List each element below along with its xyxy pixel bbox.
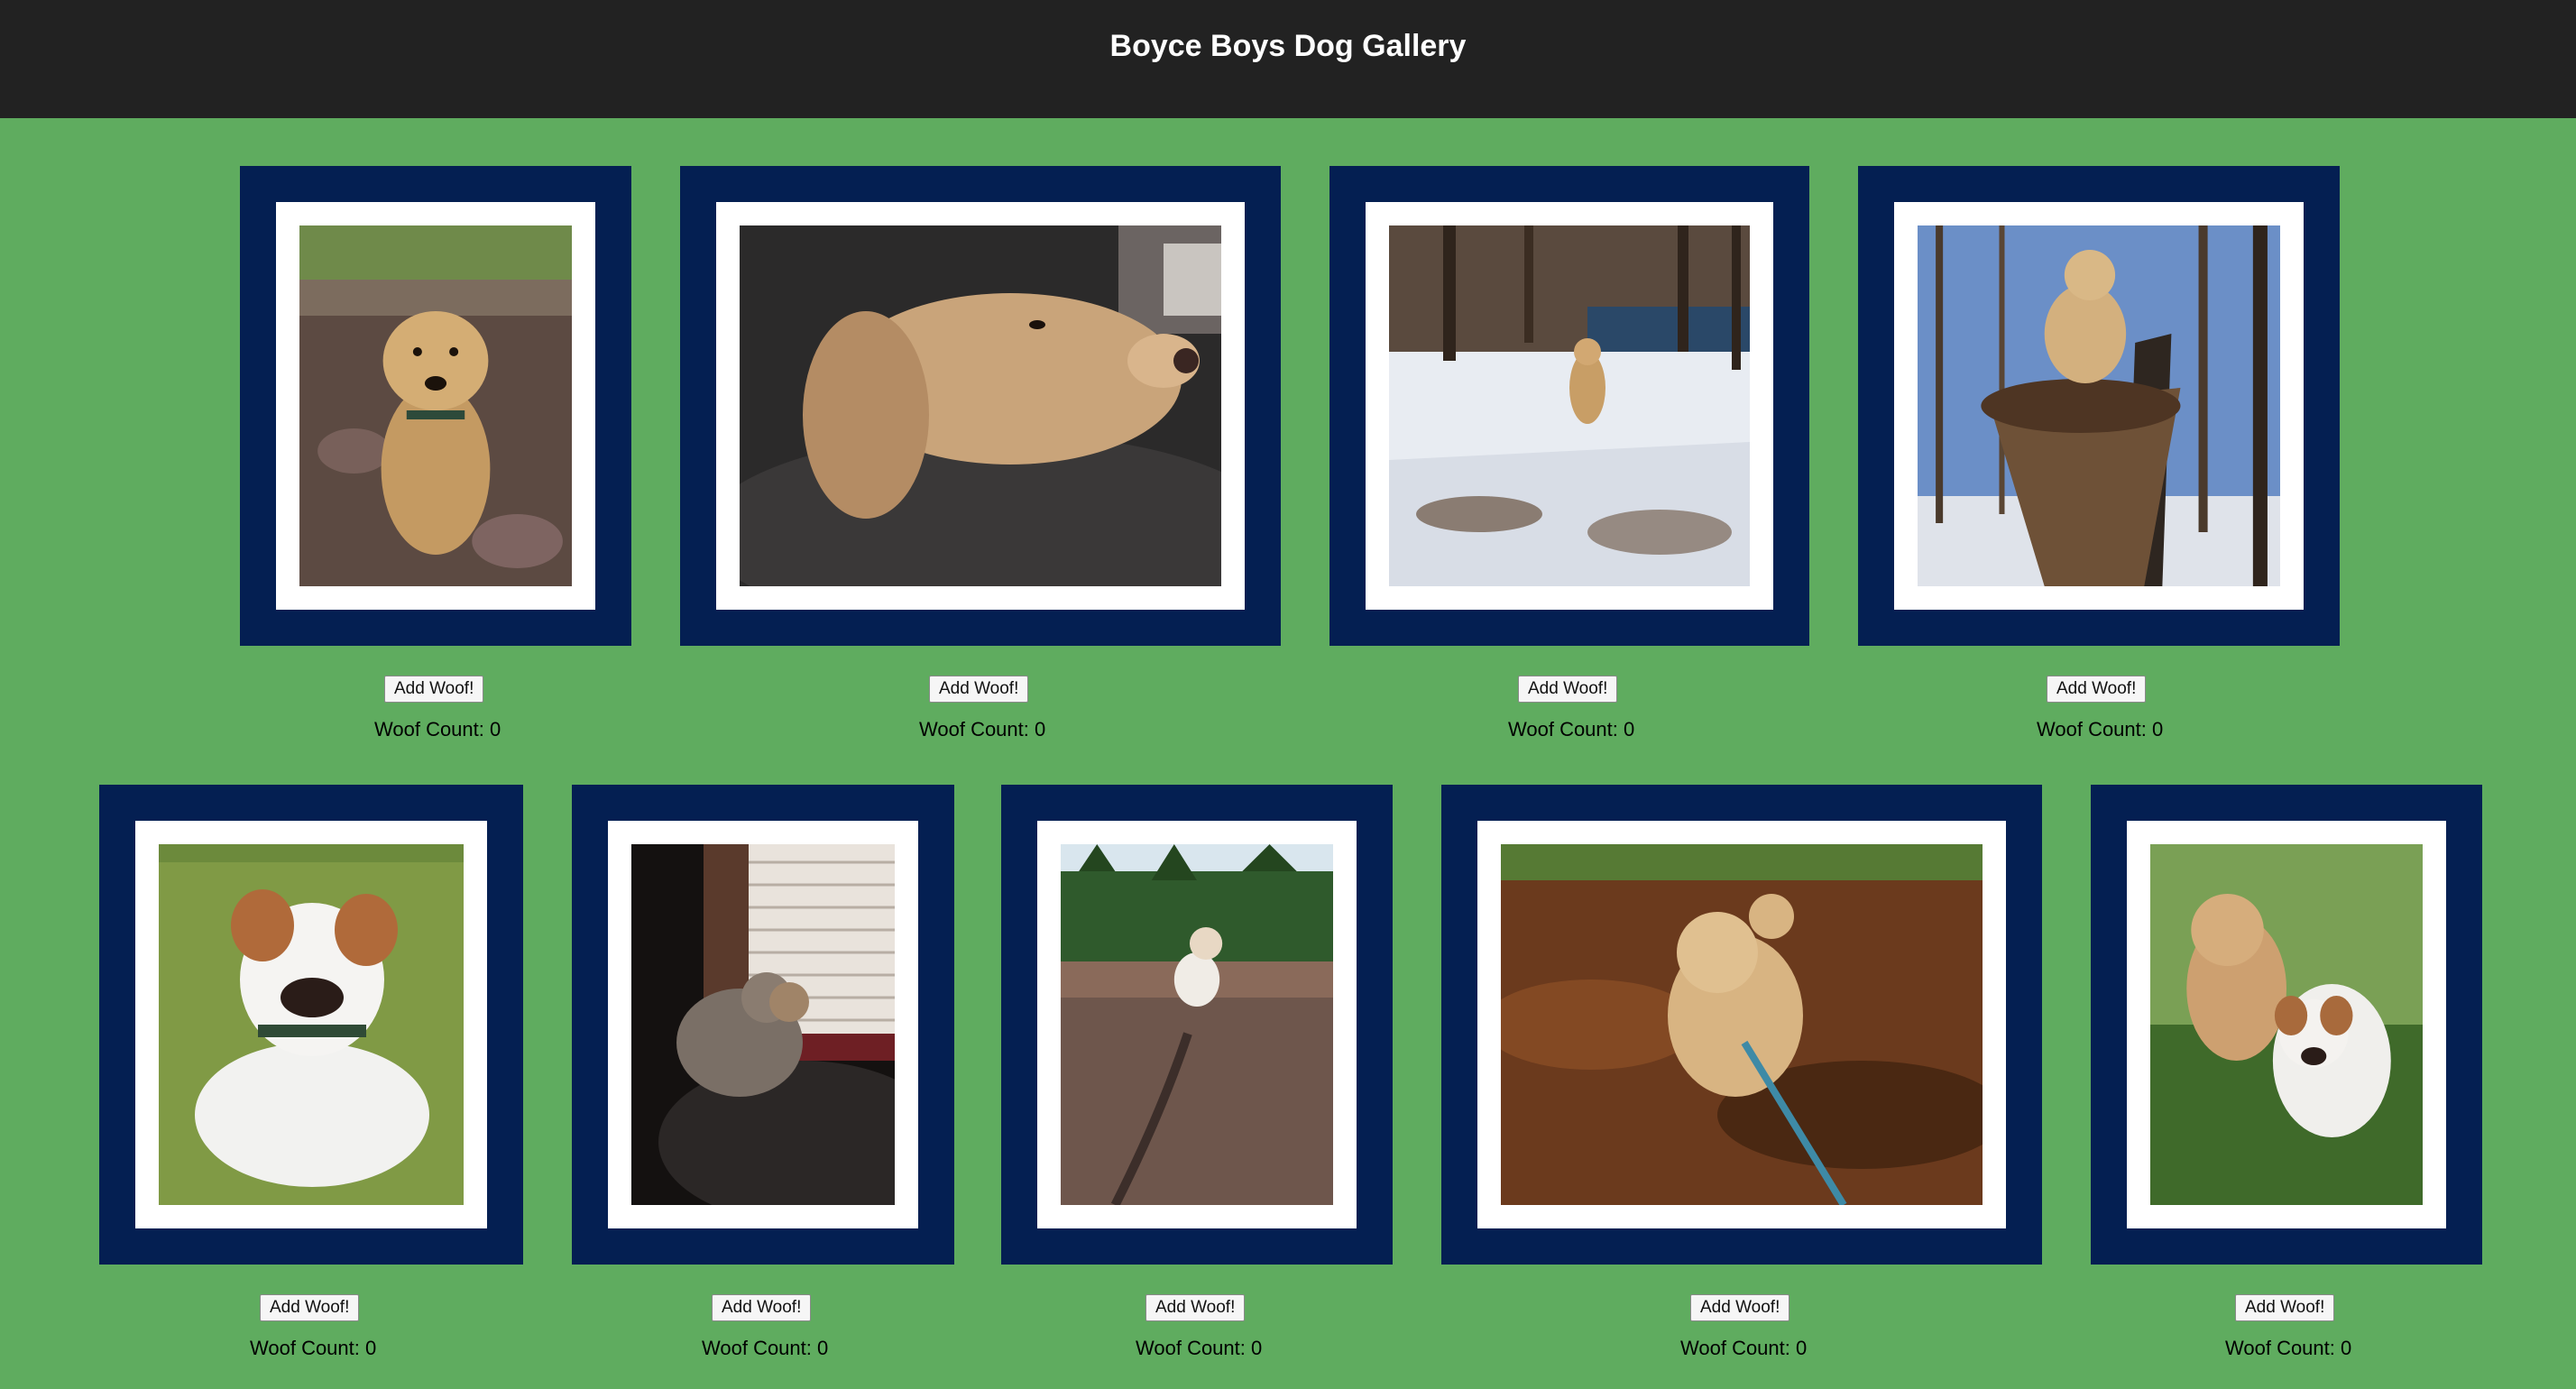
photo-frame	[1329, 166, 1809, 646]
woof-count-label: Woof Count: 0	[1508, 718, 1635, 740]
gallery-card: Add Woof! Woof Count: 0	[1001, 785, 1393, 1371]
gallery-card: Add Woof! Woof Count: 0	[680, 166, 1281, 752]
photo-mat	[1037, 821, 1357, 1228]
photo-mat	[1894, 202, 2304, 610]
photo-frame	[1858, 166, 2340, 646]
add-woof-button[interactable]: Add Woof!	[1518, 676, 1618, 703]
two-dogs-in-grass-photo	[2150, 844, 2423, 1205]
photo-frame	[572, 785, 954, 1265]
woof-count-label: Woof Count: 0	[919, 718, 1046, 740]
page-title: Boyce Boys Dog Gallery	[1109, 29, 1467, 63]
add-woof-button[interactable]: Add Woof!	[1690, 1294, 1790, 1321]
photo-frame	[2091, 785, 2482, 1265]
terrier-in-dirt-yard-photo	[299, 225, 572, 586]
woof-count-label: Woof Count: 0	[374, 718, 501, 740]
gallery-card: Add Woof! Woof Count: 0	[1441, 785, 2042, 1371]
woof-count-label: Woof Count: 0	[1680, 1337, 1808, 1359]
dogs-at-window-photo	[631, 844, 895, 1205]
lab-resting-head-photo	[740, 225, 1221, 586]
gallery-card: Add Woof! Woof Count: 0	[572, 785, 954, 1371]
photo-frame	[1001, 785, 1393, 1265]
woof-count-label: Woof Count: 0	[702, 1337, 829, 1359]
add-woof-button[interactable]: Add Woof!	[1145, 1294, 1246, 1321]
photo-frame	[1441, 785, 2042, 1265]
photo-frame	[99, 785, 523, 1265]
app-header: Boyce Boys Dog Gallery	[0, 0, 2576, 118]
add-woof-button[interactable]: Add Woof!	[384, 676, 484, 703]
gallery-card: Add Woof! Woof Count: 0	[1858, 166, 2340, 752]
gallery-card: Add Woof! Woof Count: 0	[2091, 785, 2482, 1371]
gallery-card: Add Woof! Woof Count: 0	[1329, 166, 1809, 752]
photo-mat	[135, 821, 487, 1228]
photo-mat	[608, 821, 918, 1228]
woof-count-label: Woof Count: 0	[1136, 1337, 1263, 1359]
add-woof-button[interactable]: Add Woof!	[712, 1294, 812, 1321]
jack-russell-in-grass-photo	[159, 844, 464, 1205]
photo-frame	[240, 166, 631, 646]
dog-on-rocks-by-forest-photo	[1061, 844, 1333, 1205]
woof-count-label: Woof Count: 0	[250, 1337, 377, 1359]
photo-mat	[716, 202, 1245, 610]
woof-count-label: Woof Count: 0	[2225, 1337, 2352, 1359]
woof-count-label: Woof Count: 0	[2037, 718, 2164, 740]
add-woof-button[interactable]: Add Woof!	[2047, 676, 2147, 703]
dog-in-creek-photo	[1501, 844, 1983, 1205]
photo-mat	[276, 202, 595, 610]
gallery-card: Add Woof! Woof Count: 0	[99, 785, 523, 1371]
photo-mat	[1366, 202, 1773, 610]
dog-in-snowy-woods-photo	[1389, 225, 1750, 586]
photo-mat	[2127, 821, 2446, 1228]
gallery-card: Add Woof! Woof Count: 0	[240, 166, 631, 752]
add-woof-button[interactable]: Add Woof!	[929, 676, 1029, 703]
add-woof-button[interactable]: Add Woof!	[260, 1294, 360, 1321]
add-woof-button[interactable]: Add Woof!	[2235, 1294, 2335, 1321]
dog-on-tree-stump-photo	[1918, 225, 2280, 586]
photo-mat	[1477, 821, 2006, 1228]
photo-frame	[680, 166, 1281, 646]
